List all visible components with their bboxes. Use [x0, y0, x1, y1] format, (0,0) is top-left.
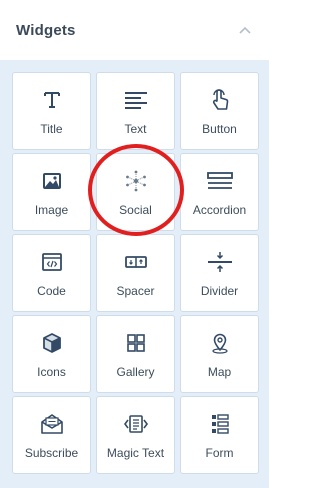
gallery-icon	[122, 329, 150, 357]
social-icon	[122, 167, 150, 195]
code-icon	[38, 248, 66, 276]
widget-label: Icons	[37, 365, 66, 379]
envelope-icon	[38, 410, 66, 438]
widget-label: Gallery	[116, 365, 155, 379]
widget-tile-map[interactable]: Map	[180, 315, 259, 393]
image-icon	[38, 167, 66, 195]
title-icon	[38, 86, 66, 114]
widget-tile-form[interactable]: Form	[180, 396, 259, 474]
accordion-icon	[206, 167, 234, 195]
map-pin-icon	[206, 329, 234, 357]
spacer-icon	[122, 248, 150, 276]
widget-label: Divider	[200, 284, 239, 298]
widget-label: Social	[119, 203, 152, 217]
button-icon	[206, 86, 234, 114]
widget-label: Magic Text	[106, 446, 165, 460]
widget-tile-accordion[interactable]: Accordion	[180, 153, 259, 231]
widget-tile-gallery[interactable]: Gallery	[96, 315, 175, 393]
divider-icon	[206, 248, 234, 276]
widget-label: Spacer	[116, 284, 155, 298]
magic-text-icon	[122, 410, 150, 438]
cube-icon	[38, 329, 66, 357]
widget-label: Accordion	[192, 203, 247, 217]
widget-label: Form	[205, 446, 234, 460]
widget-tile-divider[interactable]: Divider	[180, 234, 259, 312]
widget-tile-title[interactable]: Title	[12, 72, 91, 150]
widget-tile-spacer[interactable]: Spacer	[96, 234, 175, 312]
widget-tile-magic-text[interactable]: Magic Text	[96, 396, 175, 474]
widget-tile-image[interactable]: Image	[12, 153, 91, 231]
widget-tile-code[interactable]: Code	[12, 234, 91, 312]
widget-label: Text	[124, 122, 147, 136]
text-icon	[122, 86, 150, 114]
widgets-grid: Title Text Button Image Social Accordion…	[12, 72, 260, 474]
widget-tile-button[interactable]: Button	[180, 72, 259, 150]
widget-tile-text[interactable]: Text	[96, 72, 175, 150]
widget-label: Map	[207, 365, 232, 379]
widget-label: Subscribe	[24, 446, 79, 460]
panel-title: Widgets	[16, 21, 76, 39]
widget-label: Button	[202, 122, 237, 136]
widget-label: Title	[40, 122, 63, 136]
widget-label: Code	[37, 284, 66, 298]
form-icon	[206, 410, 234, 438]
widget-tile-icons[interactable]: Icons	[12, 315, 91, 393]
widget-tile-social[interactable]: Social	[96, 153, 175, 231]
widgets-grid-area: Title Text Button Image Social Accordion…	[0, 60, 269, 488]
widgets-panel-header[interactable]: Widgets	[0, 0, 269, 60]
chevron-up-icon[interactable]	[235, 20, 255, 40]
widget-label: Image	[34, 203, 69, 217]
widget-tile-subscribe[interactable]: Subscribe	[12, 396, 91, 474]
